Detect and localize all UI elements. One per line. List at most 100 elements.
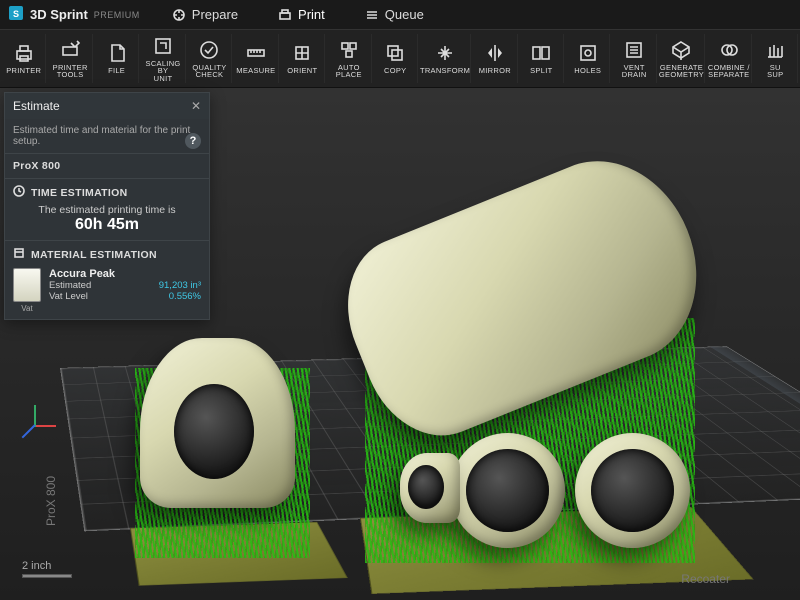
- part-opening: [466, 449, 549, 532]
- orient-icon: [291, 42, 313, 64]
- estimate-title: Estimate: [13, 99, 60, 113]
- build-plate-front-label: Recoater: [681, 572, 730, 586]
- tool-generate-geometry[interactable]: GENERATEGEOMETRY: [659, 34, 705, 83]
- scale-icon: [152, 35, 174, 57]
- print-icon: [278, 8, 292, 22]
- tool-label: SCALING BYUNIT: [141, 60, 184, 83]
- vat-level-value: 0.556%: [169, 291, 201, 302]
- scale-bar-line: [22, 574, 72, 578]
- app-name: 3D Sprint: [30, 7, 88, 22]
- scale-bar: 2 inch: [22, 560, 72, 578]
- prepare-icon: [172, 8, 186, 22]
- tool-label: PRINTER: [6, 67, 41, 75]
- copy-icon: [384, 42, 406, 64]
- menu-bar: S 3D Sprint PREMIUM Prepare Print Queue: [0, 0, 800, 30]
- tool-label: ORIENT: [287, 67, 317, 75]
- material-swatch: [13, 268, 41, 302]
- estimate-printer-section: ProX 800: [5, 153, 209, 178]
- tool-split[interactable]: SPLIT: [520, 34, 564, 83]
- tool-vent-drain[interactable]: VENT DRAIN: [612, 34, 656, 83]
- estimate-panel: Estimate ✕ Estimated time and material f…: [4, 92, 210, 320]
- part-opening: [591, 449, 674, 532]
- menu-prepare-label: Prepare: [192, 7, 238, 22]
- printed-part[interactable]: [450, 433, 565, 548]
- tool-mirror[interactable]: MIRROR: [473, 34, 517, 83]
- combine-icon: [718, 39, 740, 61]
- tool-measure[interactable]: MEASURE: [234, 34, 278, 83]
- material-estimation-header: MATERIAL ESTIMATION: [31, 249, 157, 261]
- app-brand: S 3D Sprint PREMIUM: [8, 5, 140, 24]
- tool-label: GENERATEGEOMETRY: [659, 64, 704, 79]
- part-opening: [408, 465, 444, 509]
- tool-orient[interactable]: ORIENT: [281, 34, 325, 83]
- tool-quality-check[interactable]: QUALITYCHECK: [188, 34, 232, 83]
- printer-name: ProX 800: [13, 160, 201, 172]
- tool-holes[interactable]: HOLES: [566, 34, 610, 83]
- tool-label: COMBINE /SEPARATE: [708, 64, 750, 79]
- time-estimation-value: 60h 45m: [13, 216, 201, 234]
- vat-level-label: Vat Level: [49, 291, 88, 302]
- clock-icon: [13, 185, 25, 200]
- tool-copy[interactable]: COPY: [374, 34, 418, 83]
- app-logo-icon: S: [8, 5, 24, 24]
- svg-text:S: S: [13, 9, 19, 19]
- printed-part[interactable]: [400, 453, 460, 523]
- tool-label: AUTO PLACE: [327, 64, 370, 79]
- time-estimation-line: The estimated printing time is: [13, 200, 201, 216]
- tool-file[interactable]: FILE: [95, 34, 139, 83]
- material-estimation-section: MATERIAL ESTIMATION Vat Accura Peak Esti…: [5, 240, 209, 319]
- tool-label: VENT DRAIN: [612, 64, 655, 79]
- menu-queue[interactable]: Queue: [357, 3, 432, 26]
- tool-label: MEASURE: [236, 67, 275, 75]
- printed-part[interactable]: [140, 338, 295, 508]
- tool-auto-place[interactable]: AUTO PLACE: [327, 34, 371, 83]
- tool-label: HOLES: [574, 67, 601, 75]
- axis-x-icon: [34, 425, 56, 427]
- material-swatch-label: Vat: [13, 304, 41, 313]
- axis-z-icon: [22, 424, 36, 438]
- tool-label: PRINTERTOOLS: [53, 64, 88, 79]
- estimate-description: Estimated time and material for the prin…: [5, 119, 209, 153]
- estimate-description-text: Estimated time and material for the prin…: [13, 125, 190, 147]
- material-swatch-wrap: Vat: [13, 268, 41, 313]
- tool-label: SUSUP: [767, 64, 783, 79]
- supports-icon: [764, 39, 786, 61]
- ruler-icon: [245, 42, 267, 64]
- split-icon: [530, 42, 552, 64]
- vent-icon: [623, 39, 645, 61]
- printed-part[interactable]: [575, 433, 690, 548]
- axis-gizmo[interactable]: [14, 405, 54, 445]
- tool-label: SPLIT: [530, 67, 552, 75]
- app-edition-badge: PREMIUM: [94, 10, 140, 20]
- tool-printer-tools[interactable]: PRINTERTOOLS: [48, 34, 92, 83]
- tool-label: FILE: [108, 67, 125, 75]
- time-estimation-section: TIME ESTIMATION The estimated printing t…: [5, 178, 209, 240]
- time-estimation-header: TIME ESTIMATION: [31, 187, 127, 199]
- tool-scaling-by-unit[interactable]: SCALING BYUNIT: [141, 34, 185, 83]
- toolbar: PRINTER PRINTERTOOLS FILE SCALING BYUNIT QUA…: [0, 30, 800, 88]
- estimate-header: Estimate ✕: [5, 93, 209, 119]
- tool-label: QUALITYCHECK: [192, 64, 226, 79]
- tool-label: TRANSFORM: [420, 67, 470, 75]
- part-opening: [174, 384, 254, 479]
- tool-label: MIRROR: [479, 67, 511, 75]
- mirror-icon: [484, 42, 506, 64]
- estimated-value: 91,203 in³: [159, 280, 201, 291]
- check-icon: [198, 39, 220, 61]
- build-plate-side-label: ProX 800: [44, 476, 58, 526]
- help-icon[interactable]: ?: [185, 133, 201, 149]
- menu-print[interactable]: Print: [270, 3, 333, 26]
- scale-label: 2 inch: [22, 560, 72, 572]
- geometry-icon: [670, 39, 692, 61]
- tool-transform[interactable]: TRANSFORM: [420, 34, 471, 83]
- autoplace-icon: [338, 39, 360, 61]
- tool-printer[interactable]: PRINTER: [2, 34, 46, 83]
- material-info: Accura Peak Estimated 91,203 in³ Vat Lev…: [49, 268, 201, 302]
- tool-combine-separate[interactable]: COMBINE /SEPARATE: [707, 34, 751, 83]
- menu-prepare[interactable]: Prepare: [164, 3, 246, 26]
- close-icon[interactable]: ✕: [191, 99, 201, 113]
- holes-icon: [577, 42, 599, 64]
- material-icon: [13, 247, 25, 262]
- printer-icon: [13, 42, 35, 64]
- tool-supports[interactable]: SUSUP: [754, 34, 798, 83]
